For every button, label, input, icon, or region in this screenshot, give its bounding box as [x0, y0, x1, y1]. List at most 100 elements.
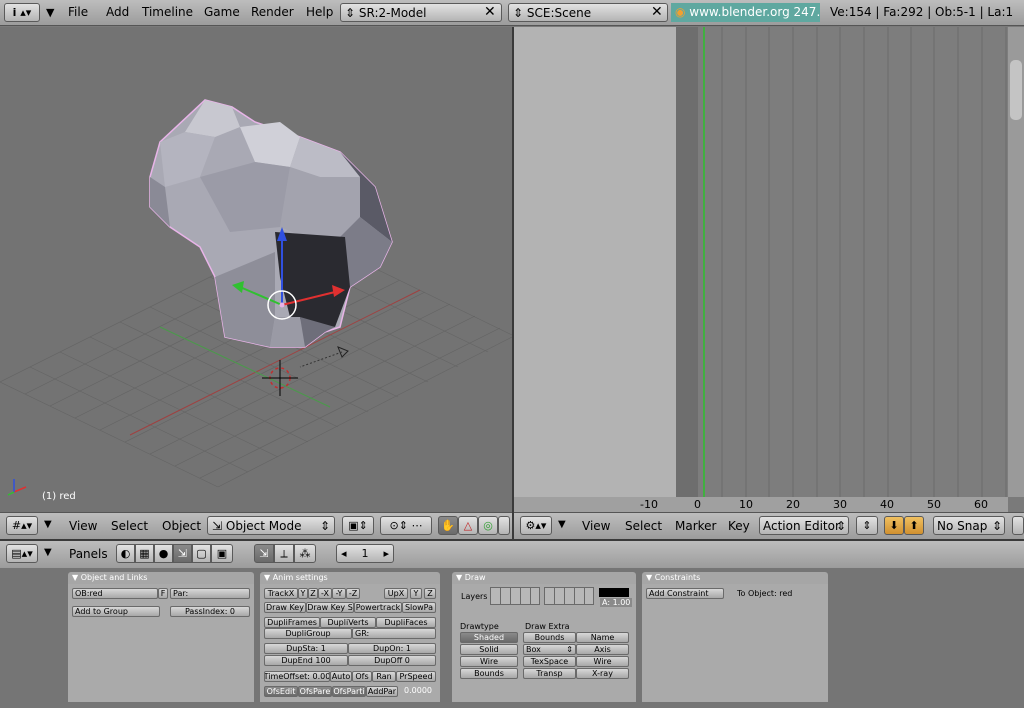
- ofs-button[interactable]: Ofs: [352, 671, 372, 682]
- collapse-arrow-icon[interactable]: ▼: [558, 519, 566, 530]
- parent-field[interactable]: Par:: [170, 588, 250, 599]
- editor-type-grid-icon[interactable]: #▴▾: [6, 516, 38, 535]
- track-nx-button[interactable]: -X: [318, 588, 332, 599]
- add-to-group-button[interactable]: Add to Group: [72, 606, 160, 617]
- close-screen-icon[interactable]: ✕: [484, 4, 496, 20]
- collapse-arrow-icon[interactable]: ▼: [72, 573, 81, 582]
- draw-key-button[interactable]: Draw Key: [264, 602, 306, 613]
- panel-title-constraints[interactable]: ▼ Constraints: [642, 572, 828, 584]
- menu-game[interactable]: Game: [204, 5, 240, 19]
- dup-on-field[interactable]: DupOn: 1: [348, 643, 436, 654]
- extra-name-button[interactable]: Name: [576, 632, 629, 643]
- editor-mode-select[interactable]: Action Editor ⇕: [759, 516, 849, 535]
- object-tab-icon[interactable]: ⇲: [254, 544, 274, 563]
- drawtype-wire-button[interactable]: Wire: [460, 656, 518, 667]
- rotate-icon[interactable]: ◎: [478, 516, 498, 535]
- draw-key-sel-button[interactable]: Draw Key S: [306, 602, 354, 613]
- layer-buttons-right[interactable]: [544, 587, 594, 605]
- manipulator-hand-icon[interactable]: ✋: [438, 516, 458, 535]
- up-z-button[interactable]: Z: [424, 588, 436, 599]
- addpar-button[interactable]: AddPar: [366, 686, 398, 697]
- shading-icon[interactable]: ●: [154, 544, 173, 563]
- blender-url[interactable]: ◉ www.blender.org 247.1: [671, 3, 820, 22]
- mode-select[interactable]: ⇲ Object Mode ⇕: [207, 516, 335, 535]
- scale-icon[interactable]: [498, 516, 510, 535]
- track-x-button[interactable]: TrackX: [264, 588, 298, 599]
- copy-key-icon[interactable]: ⬇: [884, 516, 904, 535]
- menu-file[interactable]: File: [68, 5, 88, 19]
- paste-key-icon[interactable]: ⬆: [904, 516, 924, 535]
- menu-render[interactable]: Render: [251, 5, 294, 19]
- extra-transp-button[interactable]: Transp: [523, 668, 576, 679]
- dup-end-field[interactable]: DupEnd 100: [264, 655, 348, 666]
- action-editor-timeline[interactable]: [676, 27, 1024, 497]
- color-swatch[interactable]: [599, 588, 629, 597]
- up-y-button[interactable]: Y: [410, 588, 422, 599]
- frame-counter[interactable]: ◂ 1 ▸: [336, 544, 394, 563]
- time-offset-field[interactable]: TimeOffset: 0.00: [264, 671, 330, 682]
- ran-button[interactable]: Ran: [372, 671, 396, 682]
- pivot-select[interactable]: ⊙⇕ ⋯: [380, 516, 432, 535]
- up-x-button[interactable]: UpX: [384, 588, 408, 599]
- menu-add[interactable]: Add: [106, 5, 129, 19]
- add-constraint-button[interactable]: Add Constraint: [646, 588, 724, 599]
- action-browse[interactable]: ⇕: [856, 516, 878, 535]
- action-editor-channels[interactable]: [514, 27, 676, 512]
- panel-title-object-links[interactable]: ▼ Object and Links: [68, 572, 254, 584]
- ofsedit-button[interactable]: OfsEdit: [264, 686, 298, 697]
- collapse-arrow-icon[interactable]: ▼: [44, 547, 52, 558]
- fake-user-button[interactable]: F: [158, 588, 168, 599]
- header-extra[interactable]: [1012, 516, 1024, 535]
- object-name-field[interactable]: OB:red: [72, 588, 158, 599]
- editor-type-buttons-icon[interactable]: ▤▴▾: [6, 544, 38, 563]
- track-y-button[interactable]: Y: [298, 588, 308, 599]
- scroll-handle[interactable]: [1010, 60, 1022, 120]
- extra-texspace-button[interactable]: TexSpace: [523, 656, 576, 667]
- translate-icon[interactable]: △: [458, 516, 478, 535]
- auto-button[interactable]: Auto: [330, 671, 352, 682]
- collapse-arrow-icon[interactable]: ▼: [646, 573, 655, 582]
- track-z-button[interactable]: Z: [308, 588, 318, 599]
- pass-index-field[interactable]: PassIndex: 0: [170, 606, 250, 617]
- right-arrow-icon[interactable]: ▸: [383, 547, 389, 560]
- drawtype-shaded-button[interactable]: Shaded: [460, 632, 518, 643]
- menu-timeline[interactable]: Timeline: [142, 5, 193, 19]
- scene-icon[interactable]: ▣: [211, 544, 233, 563]
- ofsparti-button[interactable]: OfsParti: [332, 686, 366, 697]
- drawtype-solid-button[interactable]: Solid: [460, 644, 518, 655]
- shading-select[interactable]: ▣⇕: [342, 516, 374, 535]
- physics-tab-icon[interactable]: ⟂: [274, 544, 294, 563]
- editor-type-action-icon[interactable]: ⚙▴▾: [520, 516, 552, 535]
- scene-select[interactable]: ⇕ SCE:Scene: [508, 3, 668, 22]
- info-icon[interactable]: i ▴▾: [4, 3, 40, 22]
- bounds-type-select[interactable]: Box ⇕: [523, 644, 576, 655]
- duplifaces-button[interactable]: DupliFaces: [376, 617, 436, 628]
- screen-select[interactable]: ⇕ SR:2-Model: [340, 3, 502, 22]
- dupliverts-button[interactable]: DupliVerts: [320, 617, 376, 628]
- close-scene-icon[interactable]: ✕: [651, 4, 663, 20]
- particles-tab-icon[interactable]: ⁂: [294, 544, 316, 563]
- logic-icon[interactable]: ◐: [116, 544, 135, 563]
- left-arrow-icon[interactable]: ◂: [341, 547, 347, 560]
- dup-off-field[interactable]: DupOff 0: [348, 655, 436, 666]
- collapse-arrow-icon[interactable]: ▼: [264, 573, 273, 582]
- drawtype-bounds-button[interactable]: Bounds: [460, 668, 518, 679]
- group-field[interactable]: GR:: [352, 628, 436, 639]
- extra-bounds-button[interactable]: Bounds: [523, 632, 576, 643]
- alpha-field[interactable]: A: 1.00: [600, 598, 633, 607]
- script-icon[interactable]: ▦: [135, 544, 154, 563]
- collapse-arrow-icon[interactable]: ▼: [456, 573, 465, 582]
- panel-title-draw[interactable]: ▼ Draw: [452, 572, 636, 584]
- menu-select[interactable]: Select: [111, 519, 148, 533]
- extra-xray-button[interactable]: X-ray: [576, 668, 629, 679]
- slowpar-button[interactable]: SlowPa: [402, 602, 436, 613]
- dupliframes-button[interactable]: DupliFrames: [264, 617, 320, 628]
- extra-wire-button[interactable]: Wire: [576, 656, 629, 667]
- menu-key[interactable]: Key: [728, 519, 750, 533]
- object-icon[interactable]: ⇲: [173, 544, 192, 563]
- prspeed-button[interactable]: PrSpeed: [396, 671, 436, 682]
- layer-buttons-left[interactable]: [490, 587, 540, 605]
- menu-select[interactable]: Select: [625, 519, 662, 533]
- menu-object[interactable]: Object: [162, 519, 201, 533]
- snap-select[interactable]: No Snap ⇕: [933, 516, 1005, 535]
